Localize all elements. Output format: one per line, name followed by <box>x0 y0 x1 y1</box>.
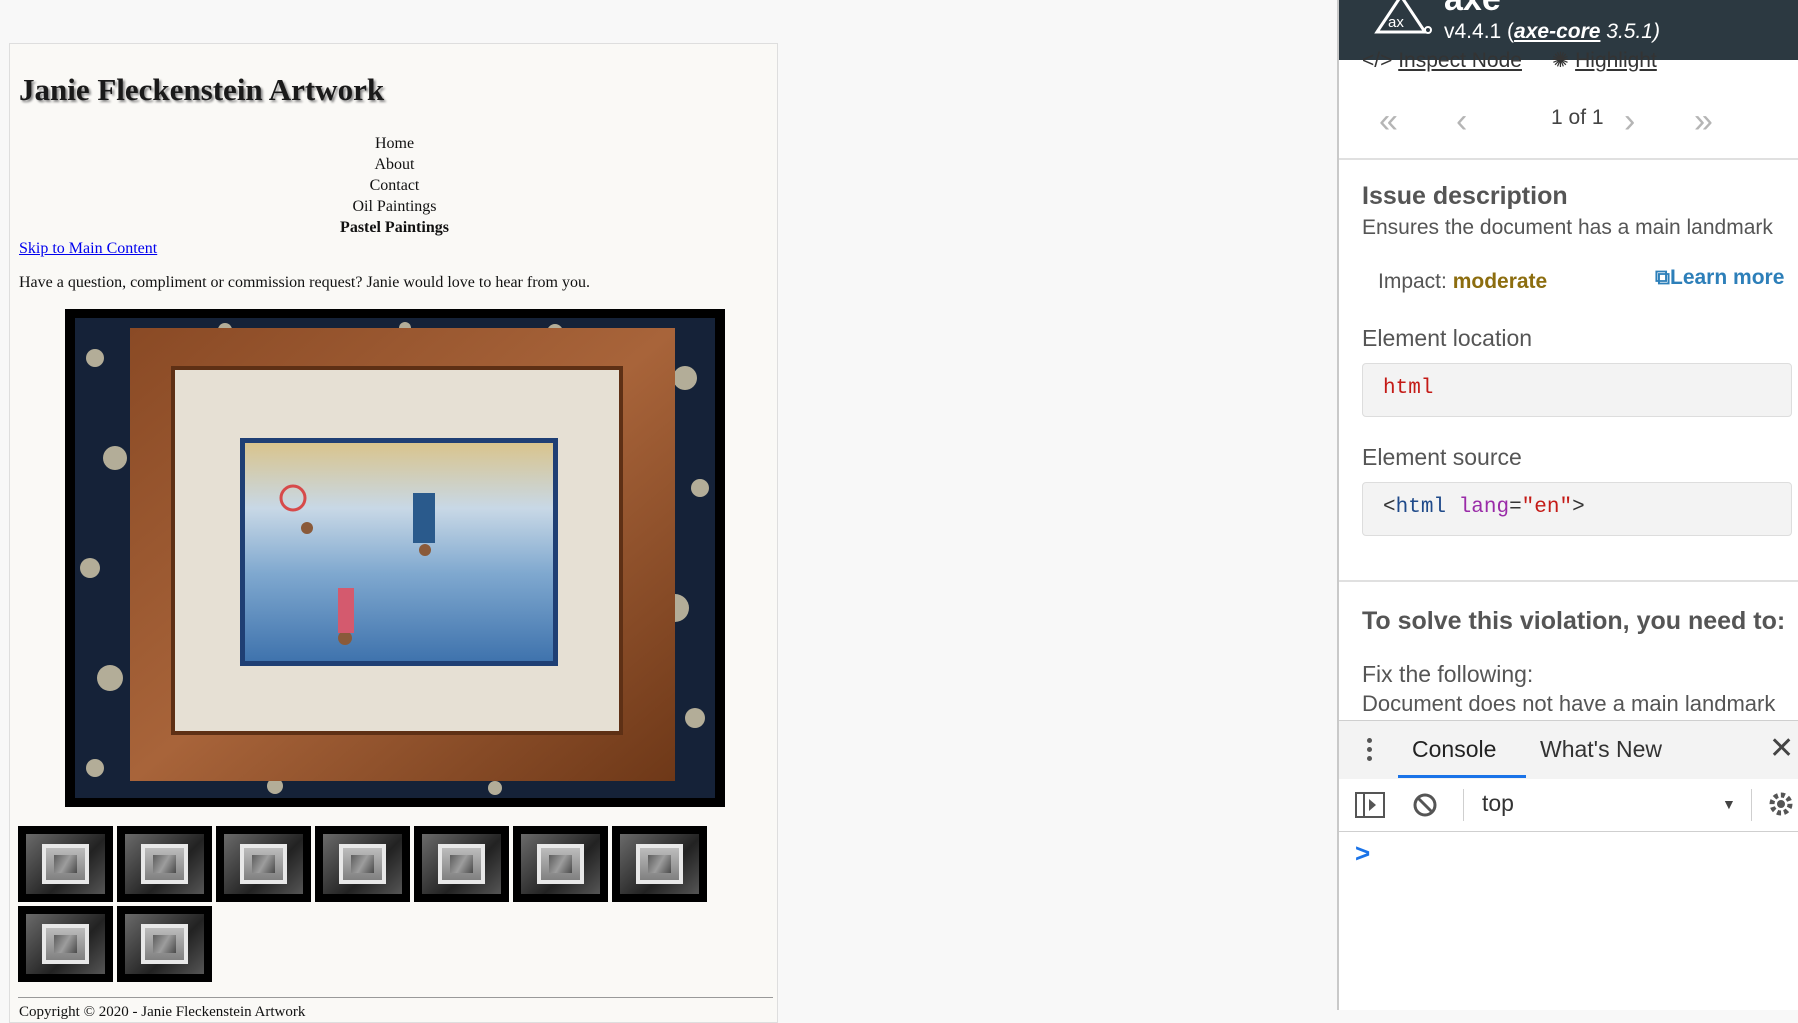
thumbnail-3[interactable] <box>216 826 311 902</box>
external-link-icon: ⧉ <box>1655 266 1670 289</box>
dropdown-arrow-icon[interactable]: ▼ <box>1722 796 1736 812</box>
clear-console-icon[interactable] <box>1412 792 1438 818</box>
drawer-tab-bar: Console What's New ✕ <box>1339 720 1798 780</box>
first-page-icon[interactable]: « <box>1379 102 1398 141</box>
highlight-icon: ✺ <box>1551 49 1570 72</box>
framed-painting-illustration <box>75 318 715 798</box>
issue-pager: « ‹ 1 of 1 › » <box>1339 92 1798 160</box>
learn-more-label: Learn more <box>1670 266 1785 289</box>
next-page-icon[interactable]: › <box>1624 102 1635 141</box>
sidebar-toggle-icon[interactable] <box>1355 792 1385 818</box>
fix-detail: Document does not have a main landmark <box>1362 691 1776 716</box>
highlight-link[interactable]: Highlight <box>1575 49 1657 72</box>
site-title: Janie Fleckenstein Artwork <box>19 72 385 107</box>
footer-copyright: Copyright © 2020 - Janie Fleckenstein Ar… <box>19 1004 306 1020</box>
skip-to-main-link[interactable]: Skip to Main Content <box>19 240 157 258</box>
axe-core-version: 3.5.1) <box>1600 20 1660 43</box>
thumbnail-9[interactable] <box>117 906 212 982</box>
intro-text: Have a question, compliment or commissio… <box>19 274 590 291</box>
axe-version-number: v4.4.1 ( <box>1444 20 1515 43</box>
thumbnail-4[interactable] <box>315 826 410 902</box>
impact-row: Impact: moderate <box>1378 270 1547 294</box>
toolbar-separator <box>1751 789 1752 821</box>
previous-page-icon[interactable]: ‹ <box>1456 102 1467 141</box>
source-tag-close: > <box>1572 496 1585 519</box>
source-tag-name: html <box>1395 496 1447 519</box>
close-icon[interactable]: ✕ <box>1769 731 1794 766</box>
site-nav: Home About Contact Oil Paintings Pastel … <box>10 133 777 238</box>
thumbnail-8[interactable] <box>18 906 113 982</box>
element-location-value: html <box>1383 377 1434 400</box>
active-tab-indicator <box>1398 775 1526 778</box>
featured-painting-image <box>65 309 725 807</box>
page-count: 1 of 1 <box>1551 106 1604 129</box>
issue-description: Ensures the document has a main landmark <box>1362 216 1773 239</box>
learn-more-link[interactable]: ⧉Learn more <box>1655 266 1784 290</box>
tab-whats-new[interactable]: What's New <box>1540 736 1662 763</box>
web-page: Janie Fleckenstein Artwork Home About Co… <box>9 43 778 1023</box>
more-options-icon[interactable] <box>1367 738 1372 765</box>
nav-about[interactable]: About <box>10 154 777 175</box>
toolbar-separator <box>1463 789 1464 821</box>
console-prompt[interactable]: > <box>1355 838 1370 869</box>
nav-contact[interactable]: Contact <box>10 175 777 196</box>
issue-description-heading: Issue description <box>1362 182 1568 210</box>
fix-heading: Fix the following: <box>1362 661 1534 687</box>
axe-title: axe <box>1444 0 1501 19</box>
axe-version: v4.4.1 (axe-core 3.5.1) <box>1444 20 1660 44</box>
impact-label: Impact: <box>1378 270 1447 293</box>
console-toolbar: top ▼ <box>1339 779 1798 832</box>
last-page-icon[interactable]: » <box>1694 102 1713 141</box>
devtools-panel: ax axe v4.4.1 (axe-core 3.5.1) </> Inspe… <box>1337 0 1798 1010</box>
nav-home[interactable]: Home <box>10 133 777 154</box>
inspect-toolbar: </> Inspect Node ✺ Highlight <box>1362 48 1657 73</box>
source-attr-name: lang <box>1458 496 1510 519</box>
impact-value: moderate <box>1452 270 1548 293</box>
thumbnail-6[interactable] <box>513 826 608 902</box>
source-attr-value: "en" <box>1521 496 1573 519</box>
section-divider <box>1339 580 1798 582</box>
footer-divider <box>18 997 773 998</box>
axe-core-link[interactable]: axe-core <box>1514 20 1600 43</box>
element-location-box: html <box>1362 363 1792 417</box>
thumbnail-2[interactable] <box>117 826 212 902</box>
svg-text:ax: ax <box>1388 14 1404 31</box>
thumbnail-7[interactable] <box>612 826 707 902</box>
thumbnail-1[interactable] <box>18 826 113 902</box>
solve-heading: To solve this violation, you need to: <box>1362 607 1786 635</box>
nav-oil-paintings[interactable]: Oil Paintings <box>10 196 777 217</box>
element-source-box: <html lang="en"> <box>1362 482 1792 536</box>
inspect-node-link[interactable]: Inspect Node <box>1398 49 1522 72</box>
axe-logo-icon: ax <box>1374 0 1432 34</box>
context-selector[interactable]: top <box>1482 790 1514 817</box>
nav-pastel-paintings[interactable]: Pastel Paintings <box>10 217 777 238</box>
thumbnail-5[interactable] <box>414 826 509 902</box>
tab-console[interactable]: Console <box>1412 736 1496 763</box>
element-source-label: Element source <box>1362 444 1522 470</box>
element-location-label: Element location <box>1362 325 1533 351</box>
source-tag-open: < <box>1383 496 1396 519</box>
gear-icon[interactable] <box>1766 789 1796 819</box>
code-icon: </> <box>1362 49 1393 72</box>
source-attr-eq: = <box>1509 496 1522 519</box>
